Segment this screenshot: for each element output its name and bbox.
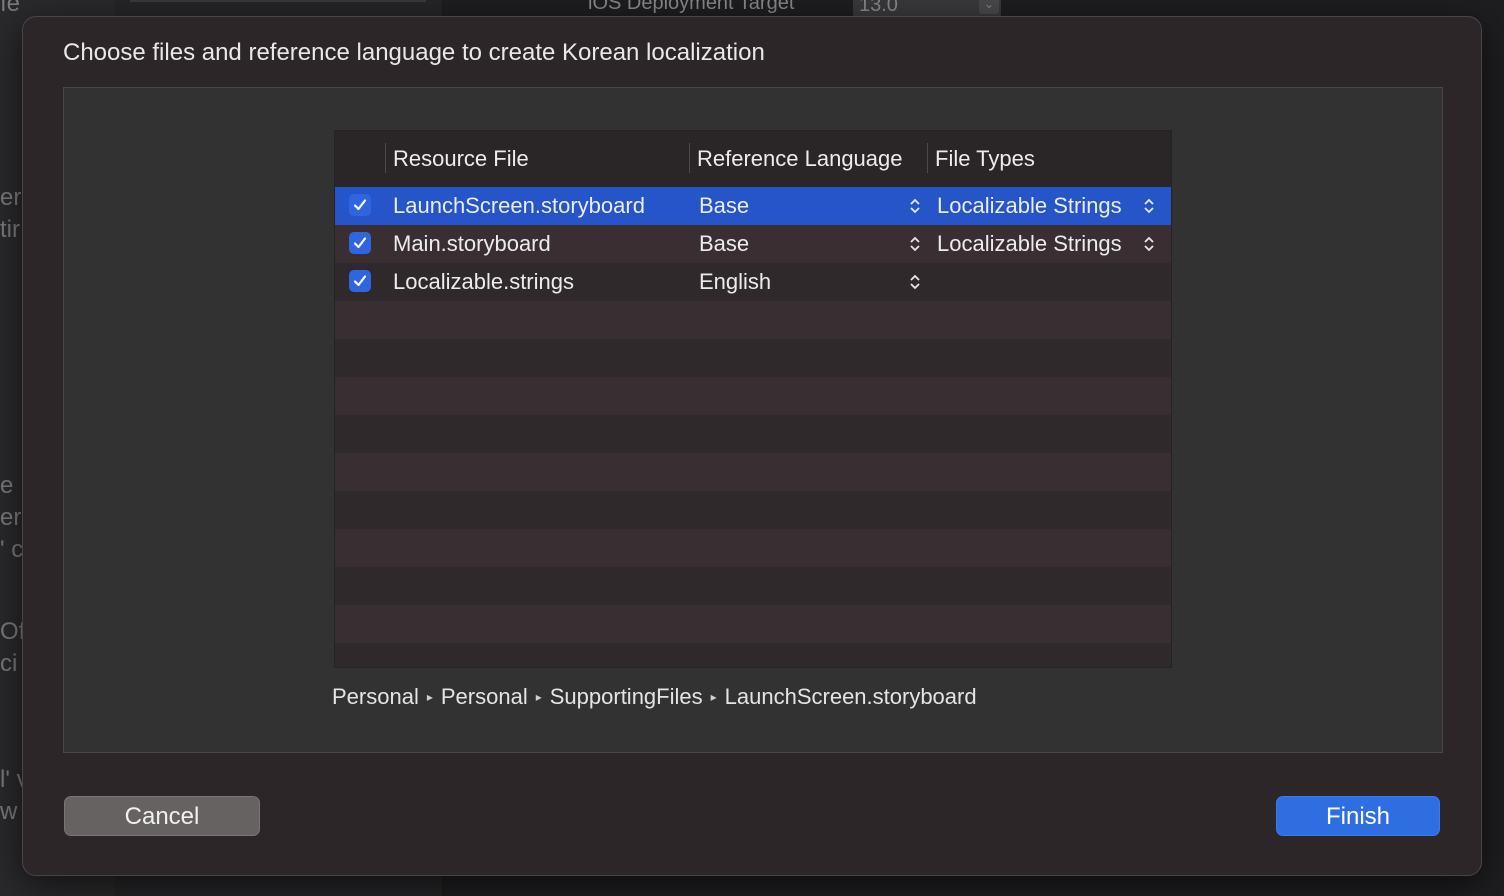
checkmark-icon: [353, 199, 367, 211]
breadcrumb-item[interactable]: Personal: [441, 684, 528, 709]
resource-file-name: LaunchScreen.storyboard: [393, 193, 645, 218]
empty-row: [335, 415, 1171, 453]
finish-button[interactable]: Finish: [1276, 796, 1440, 836]
background-search-field: [130, 0, 426, 2]
column-divider[interactable]: [689, 143, 690, 173]
resource-file-name: Main.storyboard: [393, 231, 551, 256]
breadcrumb-arrow-icon: ▸: [710, 690, 717, 704]
empty-row: [335, 643, 1171, 667]
up-down-chevron-icon: [1144, 198, 1154, 214]
table-row[interactable]: LaunchScreen.storyboard Base Localizable…: [335, 187, 1171, 225]
sheet-title: Choose files and reference language to c…: [63, 39, 765, 66]
content-panel: Resource File Reference Language File Ty…: [63, 87, 1443, 753]
cancel-button[interactable]: Cancel: [64, 796, 260, 836]
background-text-fragment: er: [0, 184, 22, 211]
column-header-resource-file[interactable]: Resource File: [393, 131, 529, 187]
column-divider[interactable]: [927, 143, 928, 173]
table-row[interactable]: Main.storyboard Base Localizable Strings: [335, 225, 1171, 263]
breadcrumb-item[interactable]: LaunchScreen.storyboard: [725, 684, 977, 709]
file-type-select[interactable]: Localizable Strings: [937, 187, 1122, 225]
empty-row: [335, 529, 1171, 567]
include-checkbox[interactable]: [349, 232, 371, 254]
empty-row: [335, 453, 1171, 491]
background-text-fragment: ıeı: [0, 0, 22, 17]
up-down-chevron-icon: [1144, 236, 1154, 252]
background-text-fragment: er: [0, 504, 22, 531]
localization-sheet: Choose files and reference language to c…: [22, 16, 1482, 876]
breadcrumb-arrow-icon: ▸: [426, 690, 433, 704]
path-breadcrumb: Personal ▸ Personal ▸ SupportingFiles ▸ Launch…: [332, 684, 977, 710]
empty-row: [335, 605, 1171, 643]
empty-row: [335, 301, 1171, 339]
deployment-target-label: iOS Deployment Target: [588, 0, 795, 14]
checkmark-icon: [353, 237, 367, 249]
breadcrumb-arrow-icon: ▸: [535, 690, 542, 704]
background-text-fragment: l' v: [0, 766, 22, 793]
reference-language-select[interactable]: English: [699, 263, 771, 301]
table-header: Resource File Reference Language File Ty…: [335, 131, 1171, 188]
column-divider[interactable]: [385, 143, 386, 173]
file-type-select[interactable]: Localizable Strings: [937, 225, 1122, 263]
up-down-chevron-icon: [910, 274, 920, 290]
chevron-down-icon: ⌄: [979, 0, 999, 14]
background-text-fragment: ci: [0, 650, 18, 677]
table-body: LaunchScreen.storyboard Base Localizable…: [335, 187, 1171, 667]
include-checkbox[interactable]: [349, 270, 371, 292]
column-header-reference-language[interactable]: Reference Language: [697, 131, 903, 187]
breadcrumb-item[interactable]: SupportingFiles: [550, 684, 703, 709]
empty-row: [335, 377, 1171, 415]
checkmark-icon: [353, 275, 367, 287]
empty-row: [335, 339, 1171, 377]
breadcrumb-item[interactable]: Personal: [332, 684, 419, 709]
resource-file-name: Localizable.strings: [393, 269, 574, 294]
include-checkbox[interactable]: [349, 194, 371, 216]
empty-row: [335, 491, 1171, 529]
resource-table: Resource File Reference Language File Ty…: [334, 130, 1172, 668]
background-text-fragment: tir: [0, 216, 20, 243]
up-down-chevron-icon: [910, 198, 920, 214]
background-text-fragment: ' c: [0, 536, 22, 563]
background-text-fragment: w: [0, 798, 18, 825]
background-text-fragment: Off: [0, 618, 22, 645]
column-header-file-types[interactable]: File Types: [935, 131, 1035, 187]
reference-language-select[interactable]: Base: [699, 225, 749, 263]
deployment-target-value: 13.0: [859, 0, 898, 16]
background-text-fragment: e: [0, 472, 14, 499]
table-row[interactable]: Localizable.strings English: [335, 263, 1171, 301]
up-down-chevron-icon: [910, 236, 920, 252]
empty-row: [335, 567, 1171, 605]
reference-language-select[interactable]: Base: [699, 187, 749, 225]
